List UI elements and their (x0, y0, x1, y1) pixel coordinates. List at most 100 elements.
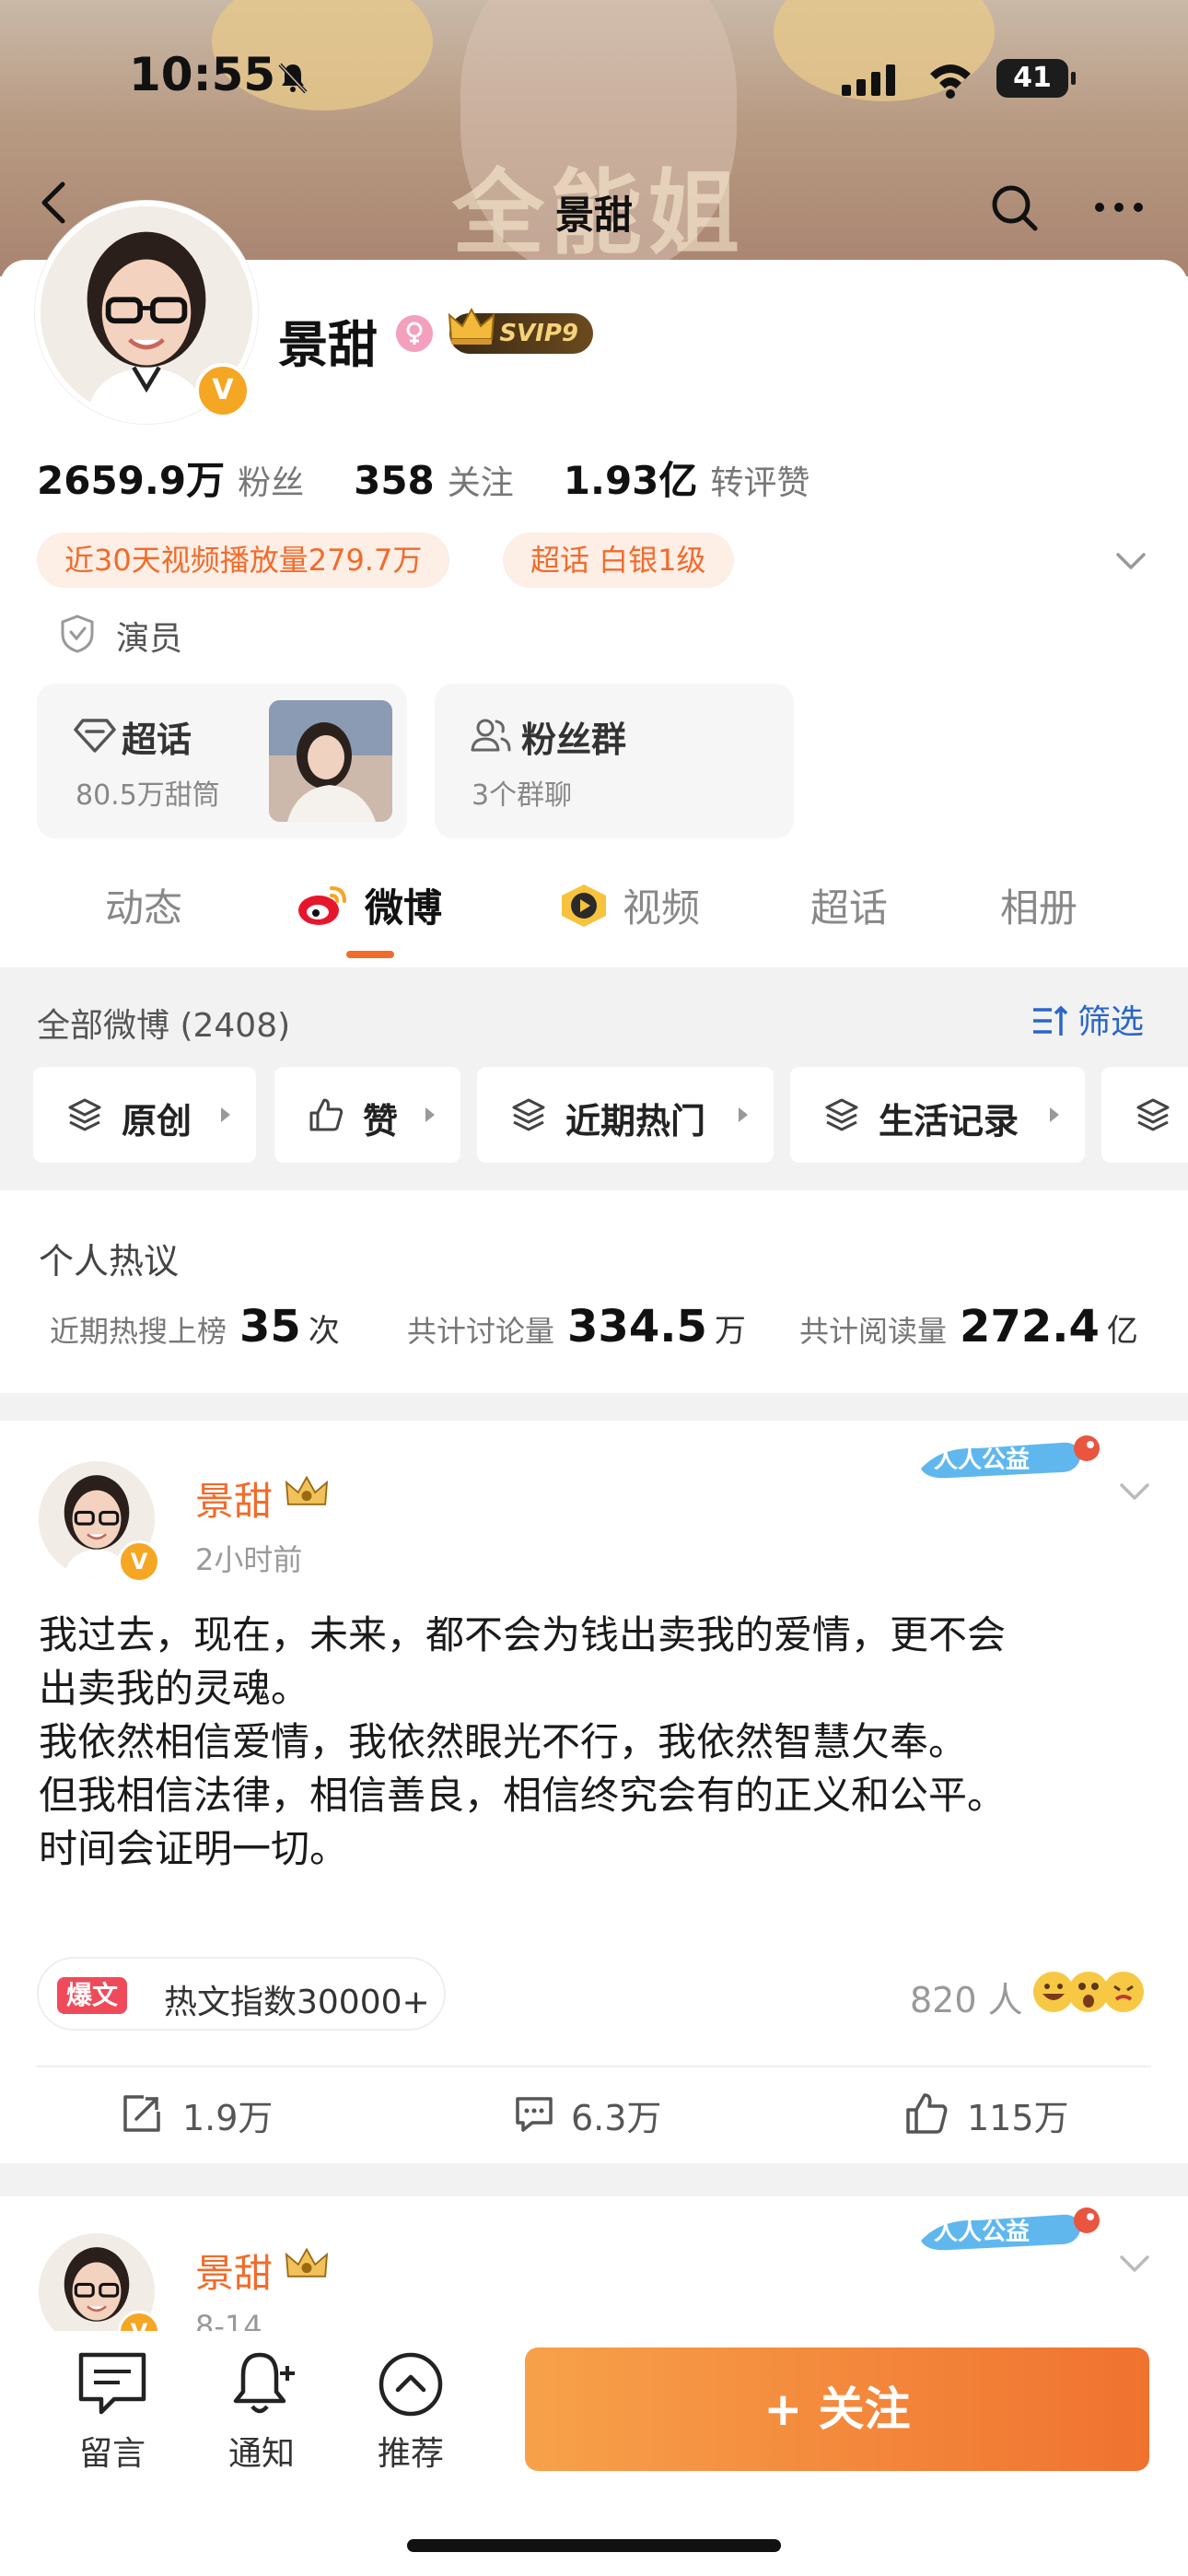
crown-icon (285, 1475, 329, 1505)
section-divider (0, 2163, 1188, 2196)
back-arrow-icon[interactable] (26, 175, 81, 230)
layers-icon (1136, 1098, 1170, 1131)
weibo-logo-icon (298, 886, 346, 925)
filter-chip-more[interactable] (1101, 1067, 1188, 1163)
tab-supertopic[interactable]: 超话 (810, 877, 888, 933)
stat-value: 35 (239, 1301, 301, 1352)
caret-right-icon (1050, 1107, 1059, 1122)
message-button[interactable]: 留言 (57, 2348, 168, 2475)
post-timestamp: 2小时前 (195, 1542, 303, 1577)
supertopic-thumbnail (269, 700, 392, 822)
more-options-icon[interactable] (1090, 181, 1147, 234)
thumbs-up-icon[interactable] (904, 2091, 949, 2136)
reaction-count[interactable]: 820 人 (910, 1972, 1023, 2022)
like-count[interactable]: 115万 (967, 2090, 1069, 2140)
message-label: 留言 (78, 2435, 146, 2473)
bell-muted-icon (278, 63, 308, 94)
nav-title: 景甜 (554, 193, 633, 238)
read-count-stat[interactable]: 共计阅读量 272.4 亿 (799, 1301, 1138, 1352)
notify-label: 通知 (227, 2435, 295, 2473)
notify-button[interactable]: 通知 (206, 2348, 317, 2475)
filter-chip-label: 原创 (122, 1101, 192, 1142)
following-count[interactable]: 358 (354, 458, 435, 503)
filter-button[interactable]: 筛选 (1077, 995, 1144, 1043)
interactions-label: 转评赞 (710, 464, 810, 502)
chevron-down-icon[interactable] (1116, 2244, 1153, 2281)
video-play-icon (562, 884, 606, 927)
supertopic-level-tag[interactable]: 超话 白银1级 (503, 533, 734, 588)
filter-chip-life-record[interactable]: 生活记录 (790, 1067, 1085, 1163)
cellular-signal-icon (842, 64, 895, 96)
post-text-line: 但我相信法律，相信善良，相信终究会有的正义和公平。 (39, 1773, 1007, 1818)
filter-chip-original[interactable]: 原创 (33, 1067, 256, 1163)
filter-chip-label: 赞 (363, 1101, 399, 1142)
hot-discussion-title: 个人热议 (39, 1241, 180, 1282)
comment-icon[interactable] (512, 2091, 556, 2136)
post-author-name[interactable]: 景甜 (195, 1470, 273, 1527)
video-views-tag[interactable]: 近30天视频播放量279.7万 (37, 533, 450, 588)
post-text-line: 出卖我的灵魂。 (39, 1666, 310, 1711)
stat-label: 近期热搜上榜 (50, 1314, 227, 1349)
charity-badge-icon[interactable]: 人人公益 (914, 2200, 1107, 2257)
charity-badge-icon[interactable]: 人人公益 (914, 1428, 1107, 1485)
tab-album[interactable]: 相册 (1000, 877, 1077, 933)
stat-unit: 次 (308, 1313, 340, 1350)
supertopic-title: 超话 (122, 720, 192, 760)
layers-icon (512, 1098, 545, 1131)
fan-group-title: 粉丝群 (521, 720, 627, 760)
battery-indicator: 41 (996, 59, 1076, 98)
filter-chip-recent-hot[interactable]: 近期热门 (477, 1067, 774, 1163)
filter-chip-like[interactable]: 赞 (274, 1067, 460, 1163)
wifi-icon (930, 64, 971, 99)
post-text-line: 我依然相信爱情，我依然眼光不行，我依然智慧欠奉。 (39, 1719, 968, 1764)
diamond-icon (74, 719, 116, 753)
hot-search-stat[interactable]: 近期热搜上榜 35 次 (50, 1301, 340, 1352)
all-weibo-count: 全部微博 (2408) (37, 1007, 291, 1045)
discussion-stat[interactable]: 共计讨论量 334.5 万 (407, 1301, 746, 1352)
shield-check-icon (61, 615, 94, 653)
hot-index-text: 热文指数30000+ (164, 1984, 430, 2021)
followers-label: 粉丝 (238, 464, 305, 502)
stat-unit: 亿 (1106, 1313, 1138, 1350)
tab-video[interactable]: 视频 (623, 877, 700, 933)
chevron-down-icon[interactable] (1112, 542, 1149, 579)
stat-unit: 万 (714, 1313, 746, 1350)
caret-right-icon (739, 1107, 748, 1122)
reaction-emojis-icon[interactable] (1030, 1966, 1149, 2018)
profile-name: 景甜 (278, 316, 378, 374)
status-time: 10:55 (129, 48, 276, 101)
followers-count[interactable]: 2659.9万 (37, 450, 225, 506)
tab-activity[interactable]: 动态 (105, 877, 182, 933)
verified-badge: V (195, 363, 250, 418)
chevron-down-icon[interactable] (1116, 1472, 1153, 1509)
post-divider (37, 2066, 1151, 2067)
supertopic-subtitle: 80.5万甜筒 (76, 779, 220, 812)
post-text-line: 时间会证明一切。 (39, 1826, 349, 1871)
recommend-label: 推荐 (377, 2435, 444, 2473)
search-icon[interactable] (987, 181, 1041, 234)
viral-label: 爆文 (57, 1977, 128, 2014)
active-tab-indicator (346, 951, 394, 958)
post-content[interactable]: 我过去，现在，未来，都不会为钱出卖我的爱情，更不会 出卖我的灵魂。 我依然相信爱… (39, 1609, 1153, 1876)
comment-count[interactable]: 6.3万 (571, 2090, 661, 2140)
stat-label: 共计讨论量 (407, 1314, 555, 1349)
post-author-name[interactable]: 景甜 (195, 2242, 273, 2299)
tab-weibo[interactable]: 微博 (365, 877, 442, 933)
profile-stats: 2659.9万 粉丝 358 关注 1.93亿 转评赞 (37, 450, 859, 505)
crown-icon (448, 307, 495, 345)
message-icon (78, 2352, 146, 2415)
post-text-line: 我过去，现在，未来，都不会为钱出卖我的爱情，更不会 (39, 1612, 1007, 1657)
recommend-button[interactable]: 推荐 (355, 2348, 466, 2475)
verified-badge: V (118, 1540, 160, 1583)
interactions-count: 1.93亿 (563, 458, 698, 503)
filter-chip-label: 近期热门 (565, 1101, 706, 1142)
follow-button[interactable]: + 关注 (525, 2348, 1149, 2471)
filter-chip-label: 生活记录 (879, 1101, 1019, 1142)
repost-count[interactable]: 1.9万 (182, 2090, 273, 2140)
svg-text:人人公益: 人人公益 (934, 2219, 1030, 2246)
layers-icon (68, 1098, 101, 1131)
repost-icon[interactable] (120, 2091, 164, 2136)
filter-sort-icon[interactable] (1030, 1002, 1070, 1039)
occupation-label: 演员 (116, 620, 183, 658)
hot-article-badge[interactable]: 爆文 热文指数30000+ (37, 1957, 446, 2031)
